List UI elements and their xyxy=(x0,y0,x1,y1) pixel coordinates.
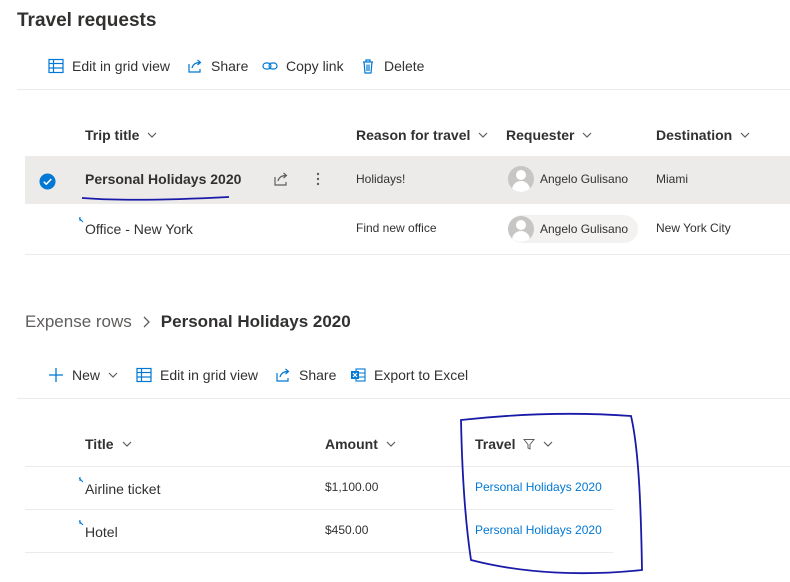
chevron-down-icon xyxy=(740,132,750,138)
edit-grid-label: Edit in grid view xyxy=(72,58,171,74)
edit-grid-button[interactable]: Edit in grid view xyxy=(136,367,258,383)
breadcrumb-parent[interactable]: Expense rows xyxy=(25,312,132,332)
annotation-underline xyxy=(81,196,230,201)
expense-title-link[interactable]: Airline ticket xyxy=(79,477,160,497)
chevron-down-icon xyxy=(122,441,131,447)
page-title: Travel requests xyxy=(17,10,157,31)
column-header-amount[interactable]: Amount xyxy=(325,436,396,452)
avatar xyxy=(508,216,534,242)
requester-persona[interactable]: Angelo Gulisano xyxy=(508,215,639,243)
table-row[interactable]: Office - New York Find new office Angelo… xyxy=(25,205,790,253)
requester-persona[interactable]: Angelo Gulisano xyxy=(508,165,638,193)
table-row[interactable]: Personal Holidays 2020 Holidays! Angelo … xyxy=(25,156,790,204)
chevron-down-icon xyxy=(148,132,157,138)
trash-icon xyxy=(363,59,373,74)
share-label: Share xyxy=(211,58,249,74)
chevron-down-icon xyxy=(386,441,396,447)
column-header-trip-title[interactable]: Trip title xyxy=(85,127,157,143)
breadcrumb-current: Personal Holidays 2020 xyxy=(160,312,351,331)
chevron-right-icon xyxy=(143,316,150,328)
annotation-box xyxy=(460,413,643,575)
reason-cell: Find new office xyxy=(356,221,437,235)
copy-link-button[interactable]: Copy link xyxy=(262,58,344,74)
new-item-icon xyxy=(79,520,84,526)
chevron-down-icon xyxy=(478,132,488,138)
share-icon xyxy=(276,368,290,382)
chevron-down-icon xyxy=(108,372,118,378)
toolbar-divider xyxy=(17,89,790,90)
column-header-title[interactable]: Title xyxy=(85,436,132,452)
delete-label: Delete xyxy=(384,58,425,74)
share-button[interactable]: Share xyxy=(275,367,336,383)
excel-icon xyxy=(351,368,366,382)
share-label: Share xyxy=(299,367,337,383)
edit-grid-button[interactable]: Edit in grid view xyxy=(48,58,170,74)
new-button[interactable]: New xyxy=(48,367,118,383)
chevron-down-icon xyxy=(583,132,592,138)
amount-cell: $450.00 xyxy=(325,523,369,537)
delete-button[interactable]: Delete xyxy=(360,58,424,74)
link-icon xyxy=(262,62,278,70)
amount-cell: $1,100.00 xyxy=(325,480,379,494)
share-button[interactable]: Share xyxy=(187,58,248,74)
toolbar-divider xyxy=(17,398,790,399)
more-options-icon[interactable] xyxy=(314,171,322,187)
checkmark-circle-icon[interactable] xyxy=(39,173,56,190)
share-icon[interactable] xyxy=(273,171,289,187)
edit-grid-label: Edit in grid view xyxy=(160,367,259,383)
new-label: New xyxy=(72,367,101,383)
trip-title-link[interactable]: Office - New York xyxy=(79,217,193,237)
copy-link-label: Copy link xyxy=(286,58,344,74)
column-header-destination[interactable]: Destination xyxy=(656,127,750,143)
grid-icon xyxy=(136,367,152,383)
reason-cell: Holidays! xyxy=(356,172,406,186)
destination-cell: Miami xyxy=(656,172,688,186)
column-header-requester[interactable]: Requester xyxy=(506,127,592,143)
plus-icon xyxy=(49,368,63,382)
row-divider xyxy=(25,254,790,255)
avatar xyxy=(508,166,534,192)
expense-title-link[interactable]: Hotel xyxy=(79,520,118,540)
new-item-icon xyxy=(79,217,84,223)
export-excel-button[interactable]: Export to Excel xyxy=(350,367,468,383)
trip-title-link[interactable]: Personal Holidays 2020 xyxy=(85,171,241,187)
column-header-reason[interactable]: Reason for travel xyxy=(356,127,488,143)
share-icon xyxy=(188,59,202,73)
destination-cell: New York City xyxy=(656,221,731,235)
breadcrumb: Expense rows Personal Holidays 2020 xyxy=(25,312,351,332)
new-item-icon xyxy=(79,477,84,483)
export-label: Export to Excel xyxy=(374,367,469,383)
grid-icon xyxy=(48,58,64,74)
